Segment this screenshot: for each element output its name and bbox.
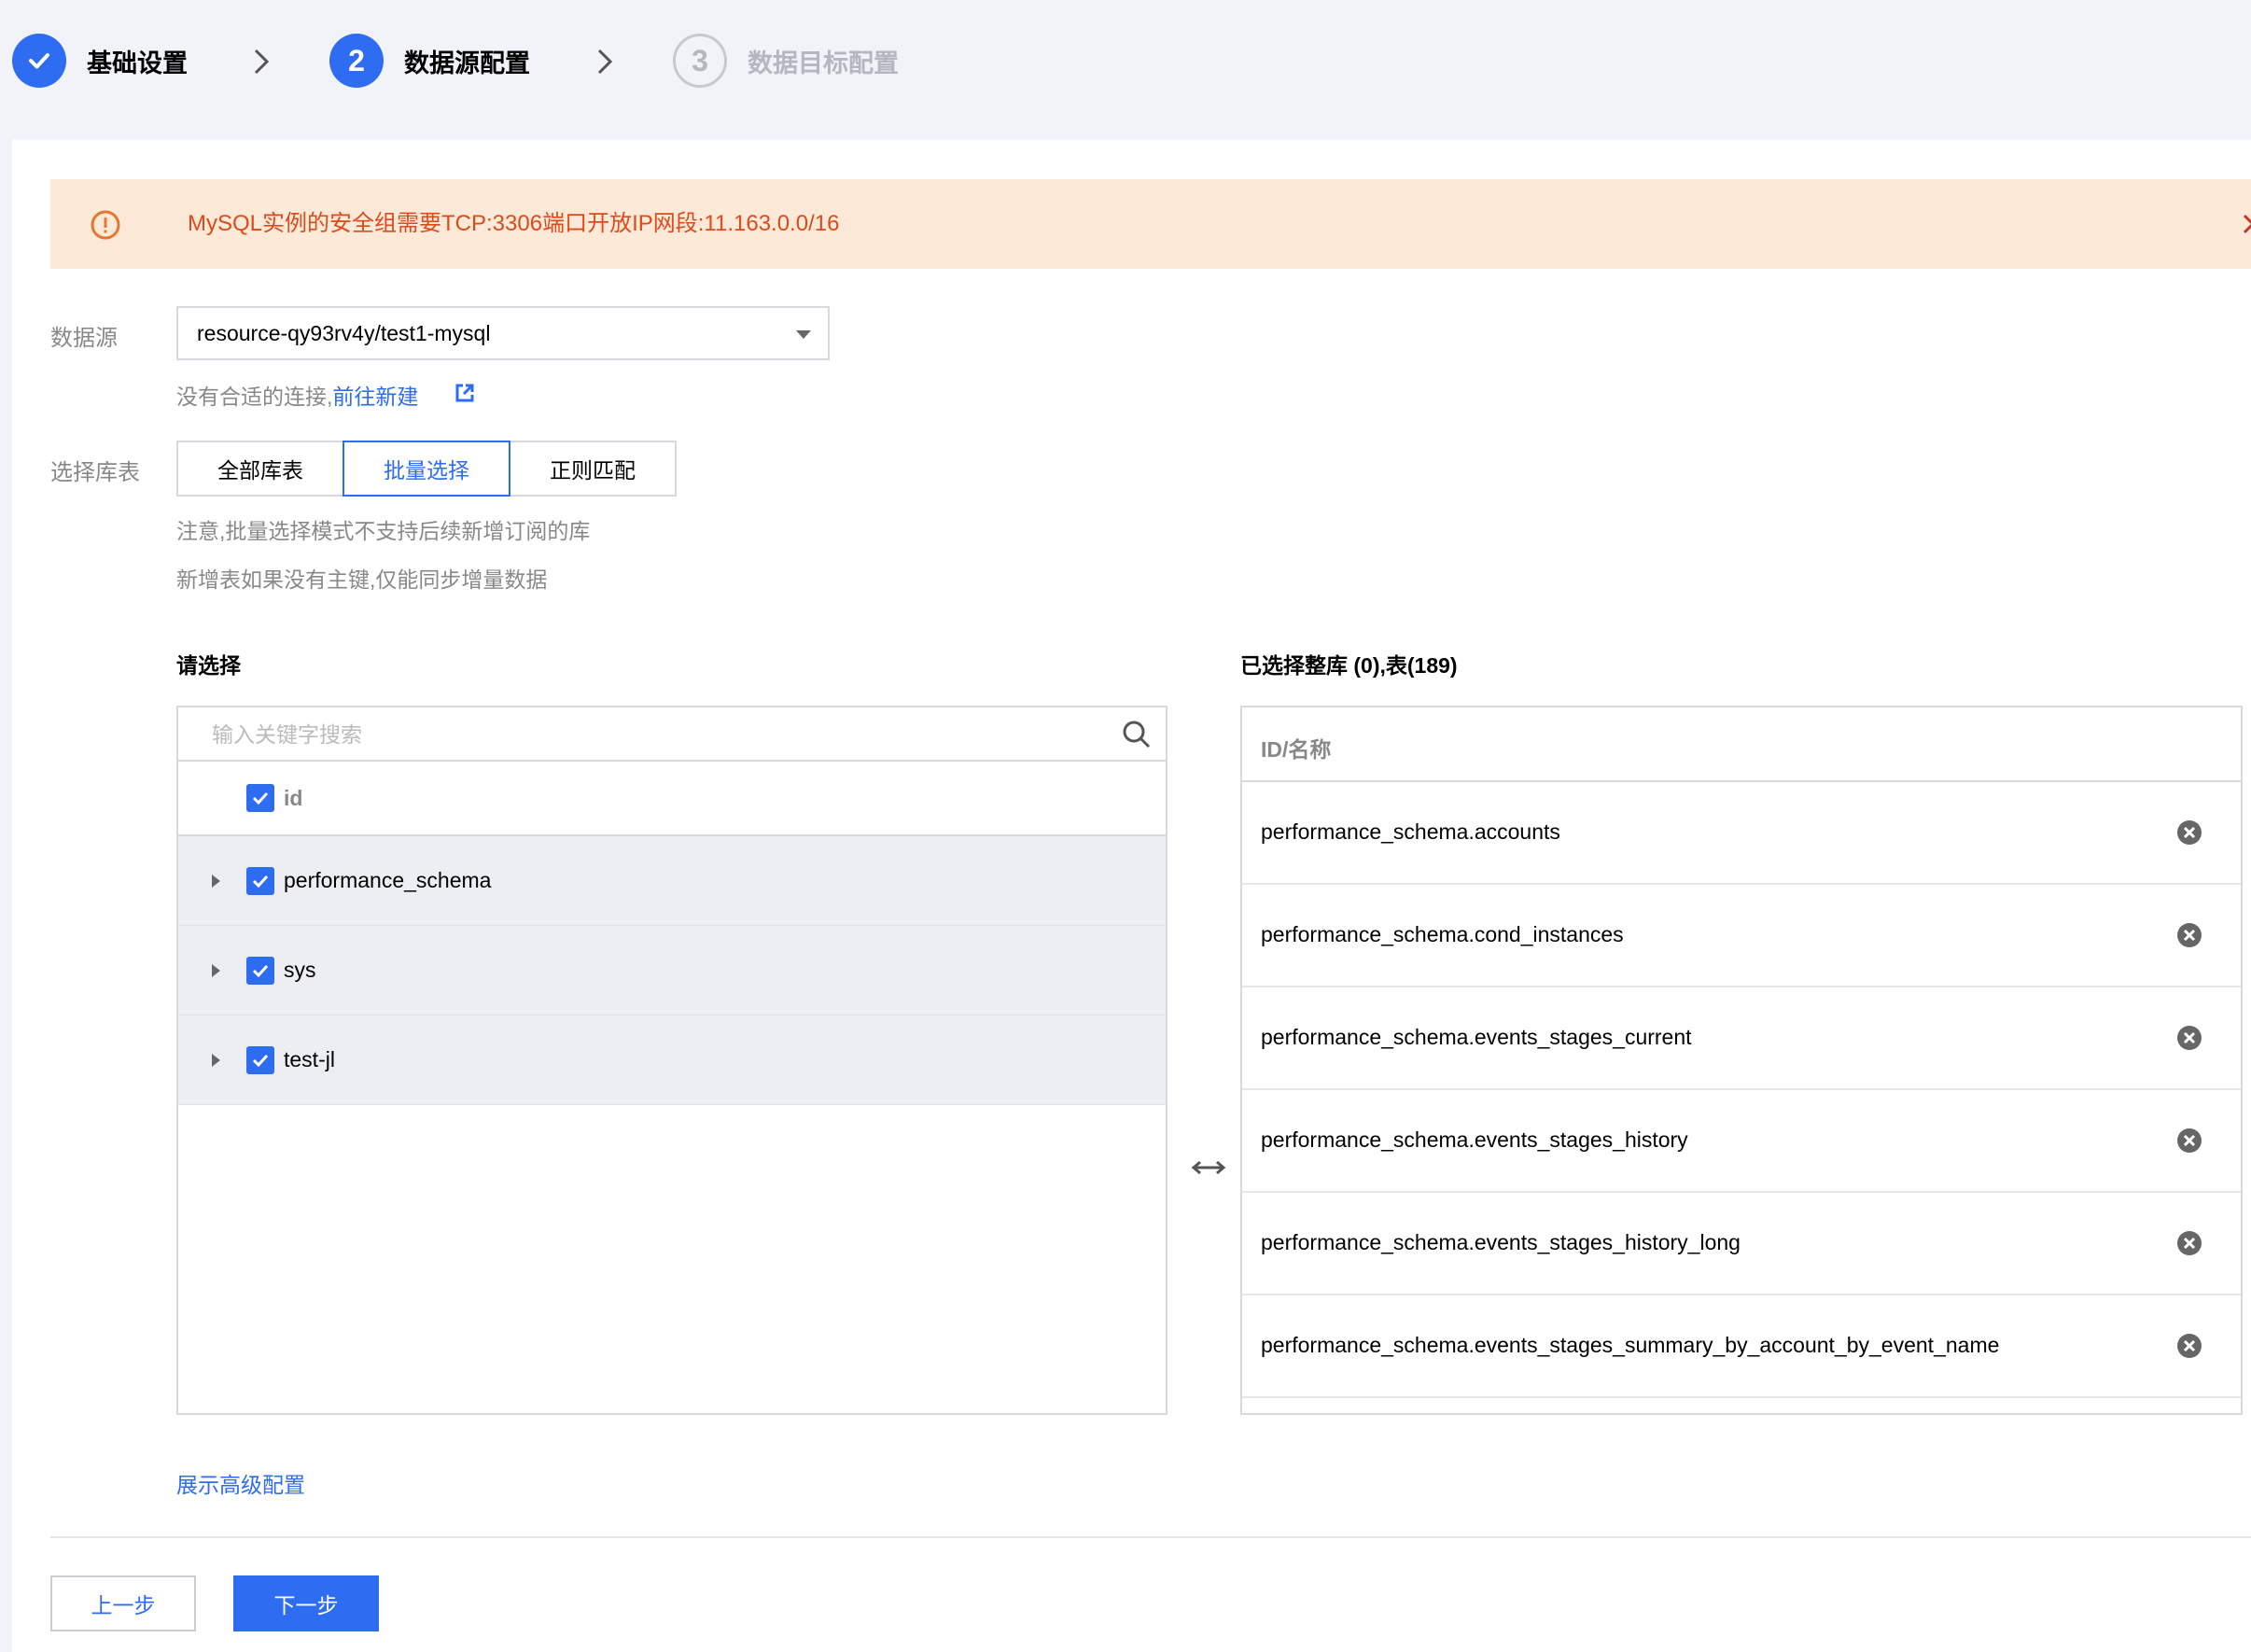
selected-table-name: performance_schema.events_stages_summary… <box>1261 1333 2000 1357</box>
hint-text: 没有合适的连接, <box>176 385 333 409</box>
selected-row: performance_schema.cond_instances <box>1242 885 2241 987</box>
selected-tables-panel: ID/名称 performance_schema.accounts perfor… <box>1240 706 2243 1415</box>
step-number: 3 <box>673 34 727 88</box>
step-datasource-config: 2 数据源配置 <box>329 32 530 90</box>
datasource-value: resource-qy93rv4y/test1-mysql <box>197 321 491 345</box>
datasource-label: 数据源 <box>50 326 118 351</box>
left-panel-title: 请选择 <box>176 653 241 678</box>
caret-down-icon <box>796 330 811 339</box>
selected-table-name: performance_schema.cond_instances <box>1261 922 1624 946</box>
close-icon[interactable] <box>2238 209 2251 239</box>
selected-row: performance_schema.accounts <box>1242 782 2241 885</box>
selected-table-name: performance_schema.events_stages_history… <box>1261 1230 1741 1254</box>
no-connection-hint: 没有合适的连接,前往新建 <box>176 379 418 411</box>
main-card: MySQL实例的安全组需要TCP:3306端口开放IP网段:11.163.0.0… <box>12 140 2251 1652</box>
expand-arrow-icon[interactable] <box>212 963 220 977</box>
tree-item[interactable]: test-jl <box>178 1015 1166 1105</box>
note-no-primary-key: 新增表如果没有主键,仅能同步增量数据 <box>176 567 548 592</box>
mode-all-tables[interactable]: 全部库表 <box>176 441 344 497</box>
step-target-config: 3 数据目标配置 <box>673 32 899 90</box>
create-connection-link[interactable]: 前往新建 <box>332 385 418 409</box>
step-label: 基础设置 <box>87 49 188 77</box>
chevron-right-icon <box>586 43 623 80</box>
show-advanced-config-link[interactable]: 展示高级配置 <box>176 1467 305 1499</box>
datasource-select[interactable]: resource-qy93rv4y/test1-mysql <box>176 306 830 360</box>
expand-arrow-icon[interactable] <box>212 1053 220 1067</box>
selected-row: performance_schema.events_stages_history <box>1242 1090 2241 1193</box>
remove-circle-icon[interactable] <box>2175 1229 2203 1257</box>
right-panel-title: 已选择整库 (0),表(189) <box>1240 653 1458 678</box>
selected-table-name: performance_schema.events_stages_current <box>1261 1025 1692 1049</box>
mode-regex-match[interactable]: 正则匹配 <box>509 441 677 497</box>
external-link-icon[interactable] <box>454 383 475 403</box>
tree-header-label: id <box>284 785 303 810</box>
tree-item-label: performance_schema <box>284 868 492 892</box>
item-checkbox[interactable] <box>246 1045 274 1074</box>
tree-item-label: test-jl <box>284 1047 335 1071</box>
transfer-arrows-icon <box>1190 1154 1227 1182</box>
selected-table-name: performance_schema.accounts <box>1261 819 1560 844</box>
select-tables-label: 选择库表 <box>50 460 140 485</box>
select-all-checkbox[interactable] <box>246 784 274 812</box>
check-icon <box>12 34 66 88</box>
steps-bar: 基础设置 2 数据源配置 3 数据目标配置 <box>0 0 2251 121</box>
footer-divider <box>50 1536 2251 1538</box>
prev-step-button[interactable]: 上一步 <box>50 1575 196 1631</box>
item-checkbox[interactable] <box>246 956 274 985</box>
search-box <box>178 707 1166 762</box>
remove-circle-icon[interactable] <box>2175 1127 2203 1155</box>
remove-circle-icon[interactable] <box>2175 1024 2203 1052</box>
selected-table-name: performance_schema.events_stages_history <box>1261 1127 1688 1152</box>
search-icon[interactable] <box>1121 719 1153 750</box>
alert-text: MySQL实例的安全组需要TCP:3306端口开放IP网段:11.163.0.0… <box>188 211 840 236</box>
source-tree-panel: id performance_schema sys test-jl <box>176 706 1167 1415</box>
step-basic-settings: 基础设置 <box>12 32 188 90</box>
selected-header: ID/名称 <box>1242 707 2241 782</box>
next-step-button[interactable]: 下一步 <box>233 1575 379 1631</box>
security-alert: MySQL实例的安全组需要TCP:3306端口开放IP网段:11.163.0.0… <box>50 179 2251 269</box>
remove-circle-icon[interactable] <box>2175 1332 2203 1360</box>
tree-item[interactable]: performance_schema <box>178 836 1166 926</box>
expand-arrow-icon[interactable] <box>212 874 220 888</box>
selected-header-label: ID/名称 <box>1261 737 1332 762</box>
step-number: 2 <box>329 34 384 88</box>
tree-item-label: sys <box>284 958 316 982</box>
item-checkbox[interactable] <box>246 866 274 895</box>
step-label: 数据源配置 <box>404 49 530 77</box>
selected-row: performance_schema.events_stages_summary… <box>1242 1295 2241 1398</box>
remove-circle-icon[interactable] <box>2175 921 2203 949</box>
mode-batch-select[interactable]: 批量选择 <box>343 441 510 497</box>
selected-row: performance_schema.events_stages_current <box>1242 987 2241 1090</box>
tree-item[interactable]: sys <box>178 926 1166 1015</box>
tree-header-row: id <box>178 762 1166 836</box>
remove-circle-icon[interactable] <box>2175 819 2203 847</box>
note-batch-mode: 注意,批量选择模式不支持后续新增订阅的库 <box>176 519 591 543</box>
step-label: 数据目标配置 <box>748 49 899 77</box>
selected-row: performance_schema.events_stages_history… <box>1242 1193 2241 1295</box>
warning-circle-icon <box>90 209 121 241</box>
selection-mode-group: 全部库表 批量选择 正则匹配 <box>176 441 677 497</box>
search-input[interactable] <box>212 719 1108 750</box>
chevron-right-icon <box>243 43 280 80</box>
